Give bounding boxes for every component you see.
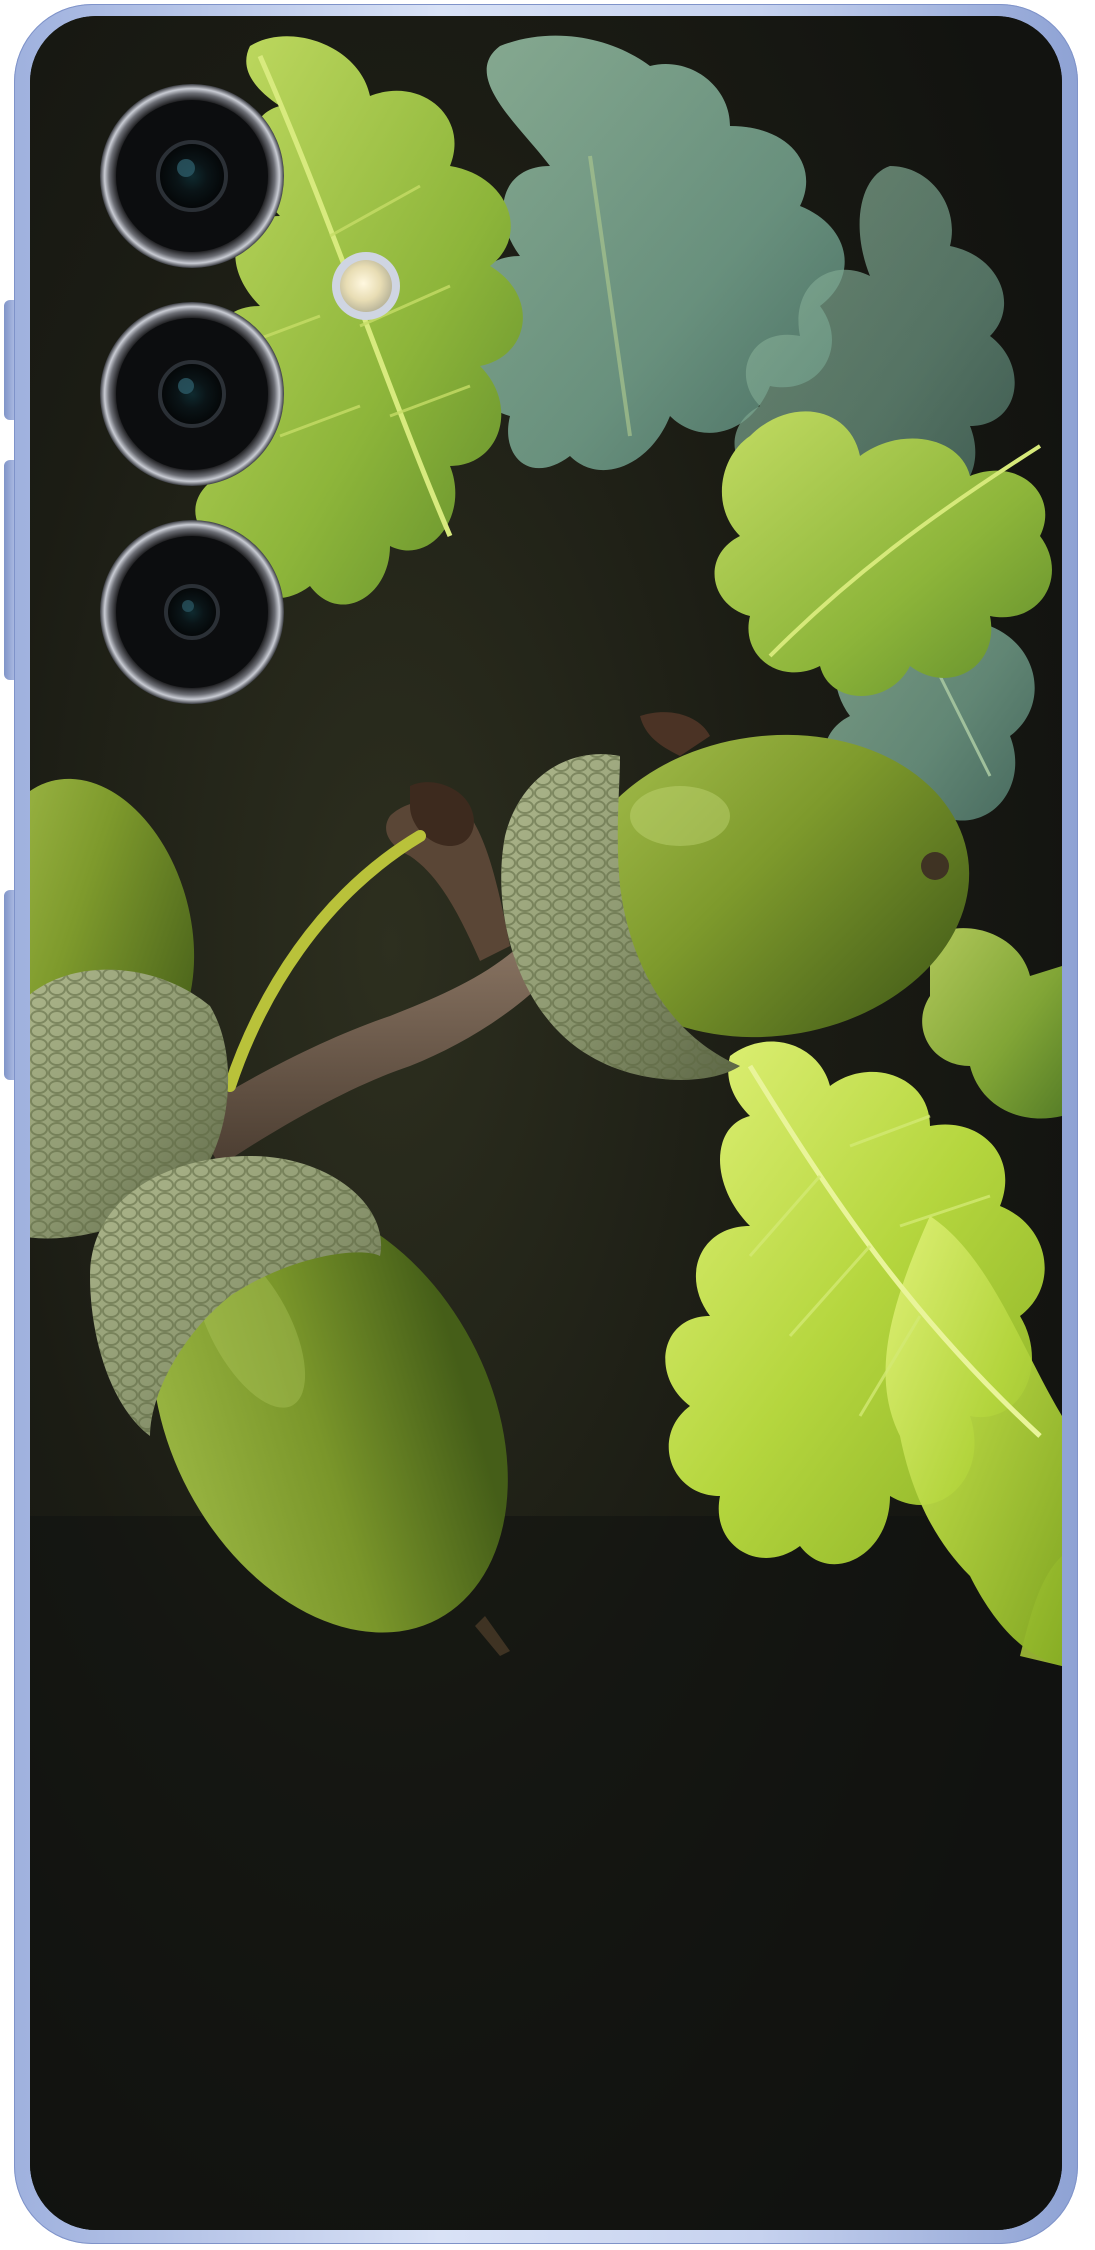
phone-back-panel [30,16,1062,2230]
camera-flash [332,252,400,320]
camera-lens-3 [100,520,284,704]
phone-back-render [0,0,1095,2250]
camera-lens-2 [100,302,284,486]
camera-lens-1 [100,84,284,268]
acorn-oak-branch-photo [30,16,1062,2230]
